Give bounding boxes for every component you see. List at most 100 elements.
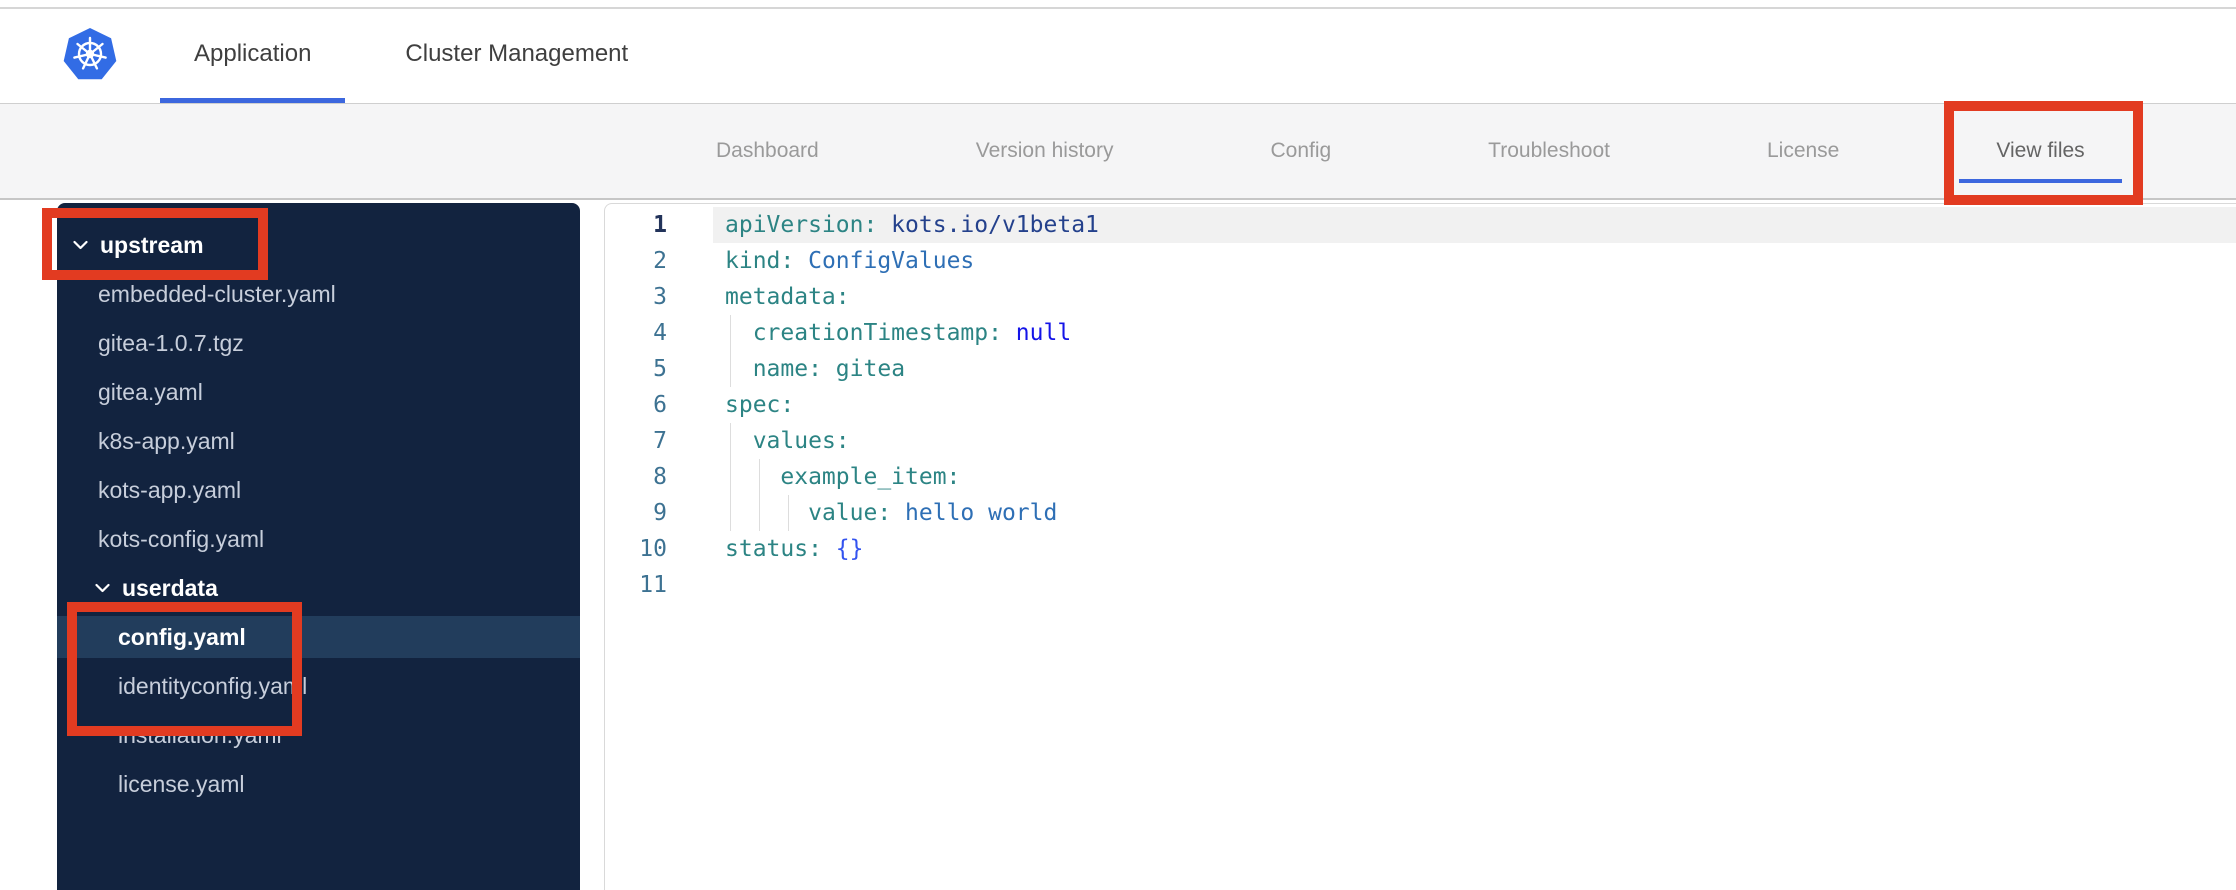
indent-guide (730, 495, 731, 531)
token-key: name: (752, 356, 822, 382)
code-line-10: 10 status: {} (605, 531, 2236, 567)
code-content: apiVersion: kots.io/v1beta1 (713, 207, 2236, 243)
file-tree-sidebar: upstream embedded-cluster.yaml gitea-1.0.7… (57, 203, 580, 890)
folder-label: userdata (122, 574, 218, 601)
code-line-9: 9 value: hello world (605, 495, 2236, 531)
code-content: values: (713, 423, 2236, 459)
file-label: installation.yaml (118, 721, 282, 748)
code-line-5: 5 name: gitea (605, 351, 2236, 387)
file-label: gitea.yaml (98, 378, 203, 405)
subnav-tab-bar: Dashboard Version history Config Troublesho… (0, 104, 2236, 198)
subnav-tab-label: License (1766, 139, 1840, 162)
line-number: 3 (653, 284, 667, 310)
subnav-tab-label: Config (1270, 139, 1332, 162)
folder-label: upstream (100, 231, 204, 258)
file-label: kots-config.yaml (98, 525, 265, 552)
line-number: 2 (653, 248, 667, 274)
tree-folder-userdata[interactable]: userdata (57, 567, 580, 609)
indent-guide (730, 423, 731, 459)
header-tab-bar: Application Cluster Management (160, 9, 662, 103)
line-number: 8 (653, 464, 667, 490)
code-content: example_item: (713, 459, 2236, 495)
token-key: status: (725, 536, 822, 562)
code-content: creationTimestamp: null (713, 315, 2236, 351)
tab-cluster-management[interactable]: Cluster Management (371, 9, 662, 103)
token-blue: ConfigValues (794, 248, 975, 274)
indent-guide (730, 459, 731, 495)
tab-label: Cluster Management (405, 39, 629, 67)
tree-file-kots-app-yaml[interactable]: kots-app.yaml (57, 469, 580, 511)
tree-file-k8s-app-yaml[interactable]: k8s-app.yaml (57, 420, 580, 462)
code-content: name: gitea (713, 351, 2236, 387)
token-key: creationTimestamp: (752, 320, 1002, 346)
code-line-6: 6 spec: (605, 387, 2236, 423)
code-content: kind: ConfigValues (713, 243, 2236, 279)
tree-file-gitea-yaml[interactable]: gitea.yaml (57, 371, 580, 413)
code-line-11: 11 (605, 567, 2236, 603)
token-key: metadata: (725, 284, 850, 310)
code-lines: 1 apiVersion: kots.io/v1beta1 2 kind: Confi… (605, 204, 2236, 603)
token-brace: {} (821, 536, 864, 562)
file-label: kots-app.yaml (98, 476, 242, 503)
line-number: 4 (653, 320, 667, 346)
chevron-down-icon (95, 583, 110, 593)
app-subnav-bar: Dashboard Version history Config Troublesho… (0, 104, 2236, 200)
file-label: embedded-cluster.yaml (98, 280, 336, 307)
kubernetes-logo-icon (63, 28, 117, 80)
token-const: null (1001, 320, 1072, 346)
line-number: 10 (639, 536, 667, 562)
token-blue: hello world (891, 500, 1058, 526)
indent-guide (730, 351, 731, 387)
tree-file-gitea-1-0-7-tgz[interactable]: gitea-1.0.7.tgz (57, 322, 580, 364)
tab-application[interactable]: Application (160, 9, 346, 103)
line-number: 11 (639, 572, 667, 598)
tree-file-embedded-cluster-yaml[interactable]: embedded-cluster.yaml (57, 273, 580, 315)
token-key: example_item: (780, 464, 961, 490)
subnav-tab-version-history[interactable]: Version history (976, 104, 1114, 198)
file-label: k8s-app.yaml (98, 427, 235, 454)
code-line-7: 7 values: (605, 423, 2236, 459)
file-label: identityconfig.yaml (118, 672, 308, 699)
code-content: status: {} (713, 531, 2236, 567)
token-teal: gitea (821, 356, 906, 382)
subnav-tab-dashboard[interactable]: Dashboard (716, 104, 819, 198)
code-line-2: 2 kind: ConfigValues (605, 243, 2236, 279)
token-key: apiVersion: (725, 212, 878, 238)
code-line-4: 4 creationTimestamp: null (605, 315, 2236, 351)
indent-guide (759, 495, 760, 531)
tree-file-kots-config-yaml[interactable]: kots-config.yaml (57, 518, 580, 560)
tab-label: Application (194, 39, 312, 67)
line-number: 6 (653, 392, 667, 418)
subnav-tab-license[interactable]: License (1767, 104, 1839, 198)
subnav-tab-label: Dashboard (716, 139, 819, 162)
tree-file-config-yaml[interactable]: config.yaml (57, 616, 580, 658)
code-line-3: 3 metadata: (605, 279, 2236, 315)
subnav-tab-config[interactable]: Config (1270, 104, 1331, 198)
tree-folder-upstream[interactable]: upstream (57, 224, 580, 266)
code-line-1: 1 apiVersion: kots.io/v1beta1 (605, 207, 2236, 243)
indent-guide (730, 315, 731, 351)
line-number: 5 (653, 356, 667, 382)
chevron-down-icon (73, 240, 88, 250)
line-number: 7 (653, 428, 667, 454)
kots-admin-console-page: Application Cluster Management Dashboard V… (0, 0, 2236, 890)
token-key: spec: (725, 392, 795, 418)
code-line-8: 8 example_item: (605, 459, 2236, 495)
code-viewer-panel[interactable]: 1 apiVersion: kots.io/v1beta1 2 kind: Confi… (604, 203, 2236, 890)
header-bar: Application Cluster Management (0, 9, 2236, 104)
line-number: 9 (653, 500, 667, 526)
token-key: value: (808, 500, 892, 526)
file-label: gitea-1.0.7.tgz (98, 329, 244, 356)
code-content: spec: (713, 387, 2236, 423)
token-key: kind: (725, 248, 795, 274)
subnav-tab-label: Troubleshoot (1488, 139, 1610, 162)
tree-file-license-yaml[interactable]: license.yaml (57, 763, 580, 805)
file-tree: upstream embedded-cluster.yaml gitea-1.0.7… (57, 203, 580, 805)
token-navy: kots.io/v1beta1 (877, 212, 1099, 238)
tree-file-installation-yaml[interactable]: installation.yaml (57, 714, 580, 756)
subnav-tab-troubleshoot[interactable]: Troubleshoot (1488, 104, 1610, 198)
tree-file-identityconfig-yaml[interactable]: identityconfig.yaml (57, 665, 580, 707)
subnav-tab-view-files[interactable]: View files (1959, 104, 2123, 198)
